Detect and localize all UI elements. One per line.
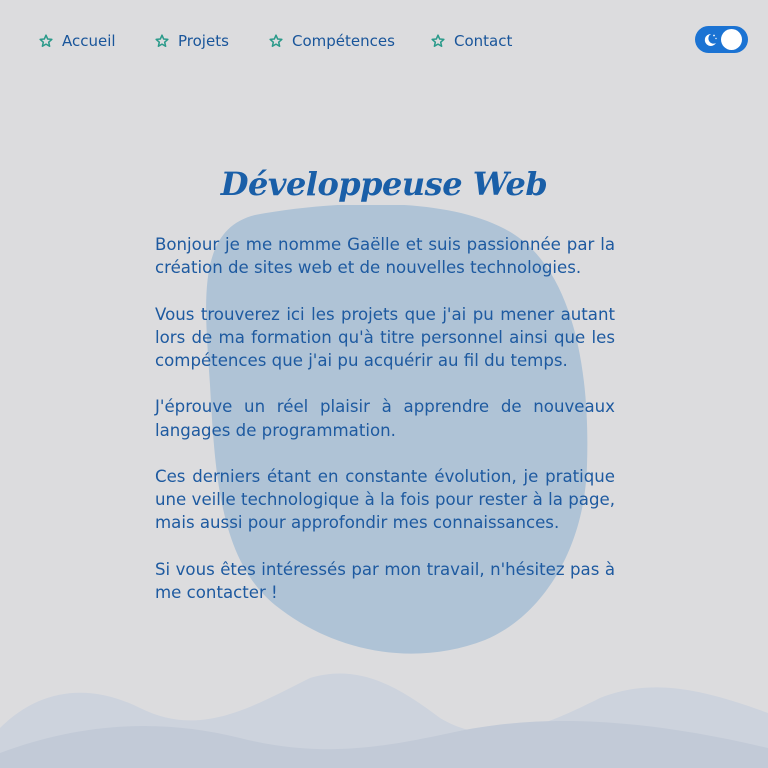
bottom-waves [0, 673, 768, 768]
theme-toggle[interactable] [695, 26, 748, 53]
nav-item-accueil[interactable]: Accueil [39, 31, 116, 51]
paragraph: Bonjour je me nomme Gaëlle et suis passi… [155, 235, 615, 278]
nav-item-contact[interactable]: Contact [431, 31, 512, 51]
nav-label: Contact [454, 32, 513, 50]
nav-item-competences[interactable]: Compétences [269, 31, 395, 51]
top-navigation: Accueil Projets Compétences Contact [0, 0, 768, 80]
page-title: Développeuse Web [220, 165, 548, 203]
paragraph: Si vous êtes intéressés par mon travail,… [155, 559, 615, 602]
star-icon [155, 34, 169, 48]
moon-icon [702, 32, 718, 48]
toggle-knob [721, 29, 742, 50]
star-icon [269, 34, 283, 48]
nav-label: Projets [178, 32, 229, 50]
nav-item-projets[interactable]: Projets [155, 31, 229, 51]
star-icon [39, 34, 53, 48]
nav-label: Compétences [292, 32, 395, 50]
paragraph: Vous trouverez ici les projets que j'ai … [155, 304, 615, 370]
paragraph: J'éprouve un réel plaisir à apprendre de… [155, 397, 615, 440]
paragraph: Ces derniers étant en constante évolutio… [155, 466, 615, 533]
nav-label: Accueil [62, 32, 116, 50]
intro-text: Bonjour je me nomme Gaëlle et suis passi… [155, 233, 615, 627]
star-icon [431, 34, 445, 48]
